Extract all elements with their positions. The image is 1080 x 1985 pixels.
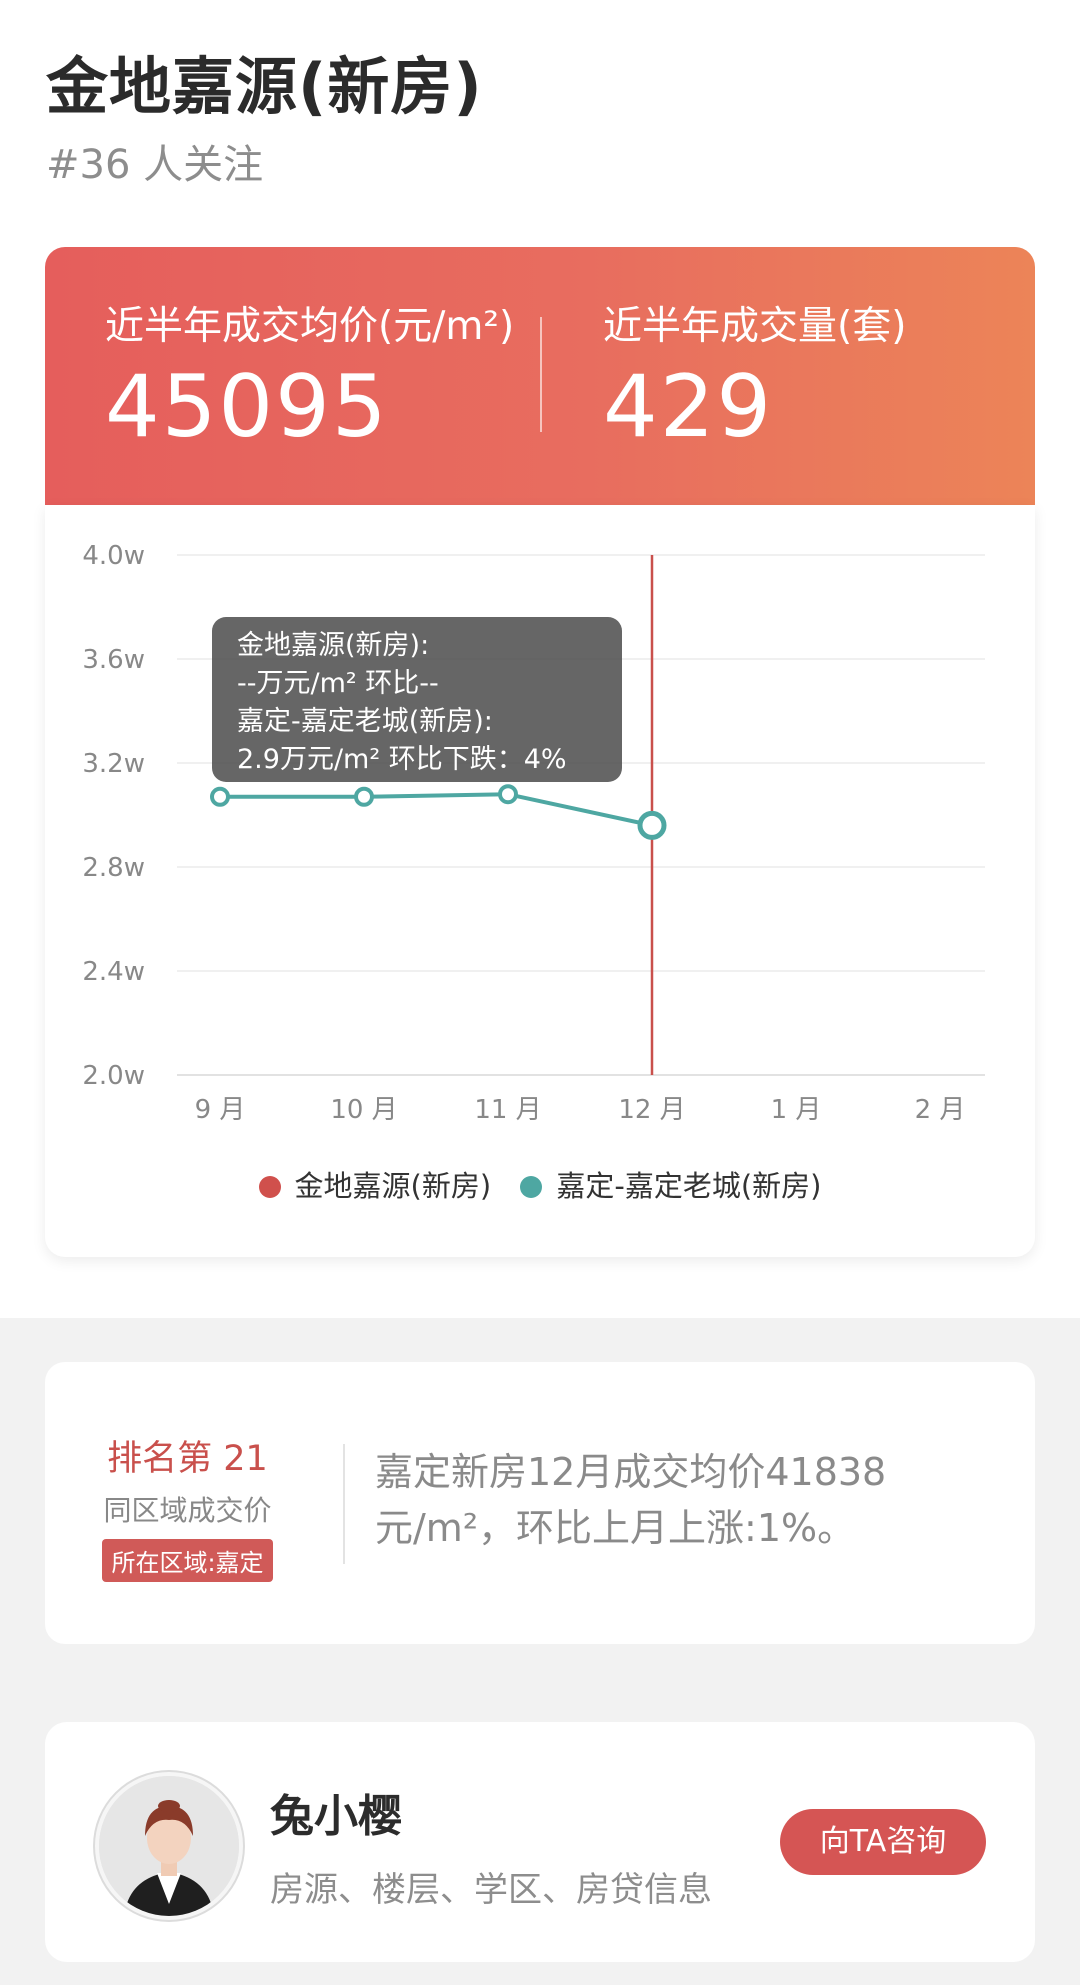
y-tick-label: 3.6w: [82, 645, 145, 675]
tooltip-line-4: 2.9万元/m² 环比下跌：4%: [237, 744, 567, 775]
legend-label-district: 嘉定-嘉定老城(新房): [556, 1169, 822, 1203]
price-chart-card[interactable]: 4.0w 3.6w 3.2w 2.8w 2.4w 2.0w 9 月 10 月 11 月 12 月 1…: [45, 505, 1035, 1257]
legend-item-district[interactable]: 嘉定-嘉定老城(新房): [520, 1163, 821, 1205]
x-tick-label: 10 月: [330, 1095, 397, 1125]
agent-name: 兔小樱: [270, 1791, 402, 1842]
y-tick-label: 2.0w: [82, 1061, 145, 1091]
tooltip-line-2: --万元/m² 环比--: [237, 668, 439, 699]
rank-summary: 排名第 21 同区域成交价 所在区域:嘉定: [100, 1430, 275, 1582]
tooltip-line-3: 嘉定-嘉定老城(新房):: [237, 706, 493, 737]
x-tick-label: 1 月: [771, 1095, 822, 1125]
tooltip-line-1: 金地嘉源(新房):: [237, 630, 430, 661]
legend-dot-teal: [520, 1176, 543, 1198]
y-tick-label: 2.8w: [82, 853, 145, 883]
legend-dot-red: [258, 1176, 281, 1198]
consult-button[interactable]: 向TA咨询: [780, 1809, 986, 1875]
avg-price-label: 近半年成交均价(元/m²): [105, 304, 515, 349]
chart-legend: 金地嘉源(新房) 嘉定-嘉定老城(新房): [45, 1163, 1035, 1205]
avg-price-value: 45095: [105, 357, 389, 457]
x-tick-label: 9 月: [195, 1095, 246, 1125]
rank-title: 排名第 21: [107, 1439, 268, 1479]
data-point: [637, 810, 667, 840]
followers-count: #36 人关注: [46, 142, 264, 188]
chart-tooltip: 金地嘉源(新房): --万元/m² 环比-- 嘉定-嘉定老城(新房): 2.9万…: [212, 617, 622, 782]
x-tick-label: 12 月: [618, 1095, 685, 1125]
agent-photo-icon: [99, 1776, 239, 1916]
volume-label: 近半年成交量(套): [603, 304, 907, 349]
agent-card: 兔小樱 房源、楼层、学区、房贷信息 向TA咨询: [45, 1722, 1035, 1962]
rank-description: 嘉定新房12月成交均价41838元/m²，环比上月上涨:1%。: [375, 1450, 887, 1550]
rank-divider: [343, 1444, 345, 1564]
y-tick-label: 2.4w: [82, 957, 145, 987]
rank-subtitle: 同区域成交价: [103, 1494, 272, 1527]
volume-stat: 近半年成交量(套) 429: [603, 295, 906, 457]
avg-price-stat: 近半年成交均价(元/m²) 45095: [105, 295, 514, 457]
x-tick-label: 2 月: [915, 1095, 966, 1125]
data-point: [498, 784, 518, 805]
price-summary-card: 近半年成交均价(元/m²) 45095 近半年成交量(套) 429: [45, 247, 1035, 505]
data-point: [354, 786, 374, 807]
series-line: [220, 792, 653, 828]
agent-avatar[interactable]: [95, 1772, 243, 1920]
stat-divider: [540, 317, 542, 432]
legend-item-project[interactable]: 金地嘉源(新房): [258, 1163, 492, 1205]
y-tick-label: 3.2w: [82, 749, 145, 779]
data-point: [210, 786, 230, 807]
volume-value: 429: [603, 357, 774, 457]
ranking-card: 排名第 21 同区域成交价 所在区域:嘉定 嘉定新房12月成交均价41838元/…: [45, 1362, 1035, 1644]
legend-label-project: 金地嘉源(新房): [294, 1169, 492, 1203]
y-tick-label: 4.0w: [82, 541, 145, 571]
region-badge: 所在区域:嘉定: [102, 1539, 273, 1582]
x-tick-label: 11 月: [474, 1095, 541, 1125]
agent-description: 房源、楼层、学区、房贷信息: [270, 1870, 712, 1910]
page-title: 金地嘉源(新房): [46, 50, 483, 123]
